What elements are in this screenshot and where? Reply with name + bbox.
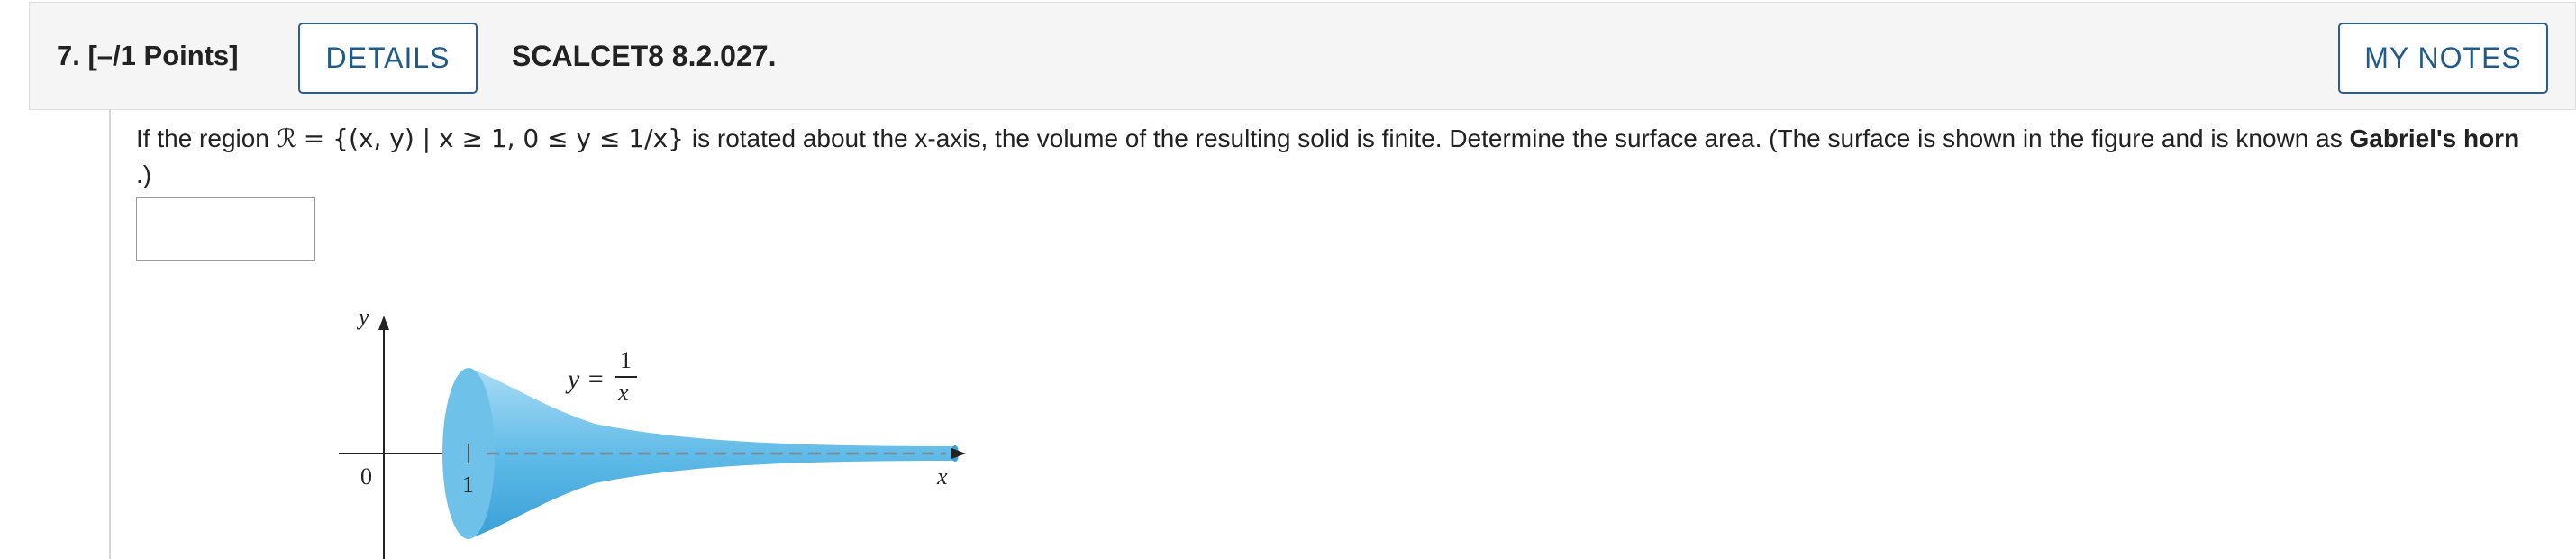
equation-numerator: 1: [620, 347, 632, 373]
x-axis-label: x: [936, 463, 948, 490]
question-left-rule: [109, 110, 111, 559]
equation-denominator: x: [617, 380, 629, 406]
points-label: [–/1 Points]: [87, 40, 239, 71]
question-text-part2: is rotated about the x-axis, the volume …: [691, 124, 2350, 152]
question-text: If the region ℛ = {(x, y) | x ≥ 1, 0 ≤ y…: [136, 121, 2524, 193]
answer-input[interactable]: [136, 197, 315, 261]
question-text-part3: .): [136, 160, 152, 188]
tick-label-one: 1: [462, 472, 474, 498]
set-notation: = {(x, y) | x ≥ 1, 0 ≤ y ≤ 1/x}: [303, 124, 692, 153]
my-notes-button[interactable]: MY NOTES: [2338, 23, 2548, 94]
equation-lhs: y =: [565, 364, 605, 394]
region-symbol: ℛ: [276, 124, 296, 153]
gabriels-horn-term: Gabriel's horn: [2349, 124, 2520, 152]
origin-label: 0: [360, 463, 372, 490]
details-button[interactable]: DETAILS: [298, 23, 478, 94]
question-text-part1: If the region: [136, 124, 277, 152]
question-number: 7.: [57, 40, 80, 71]
y-axis-label: y: [356, 304, 369, 330]
horn-surface: [469, 368, 955, 539]
gabriels-horn-figure: y 0 1 x y = 1 x: [339, 304, 966, 559]
question-id: SCALCET8 8.2.027.: [512, 40, 777, 72]
question-number-points: 7. [–/1 Points]: [57, 40, 239, 72]
y-axis-arrow: [378, 316, 389, 330]
x-axis-arrow: [951, 448, 966, 459]
question-header: 7. [–/1 Points] DETAILS SCALCET8 8.2.027…: [29, 2, 2576, 110]
